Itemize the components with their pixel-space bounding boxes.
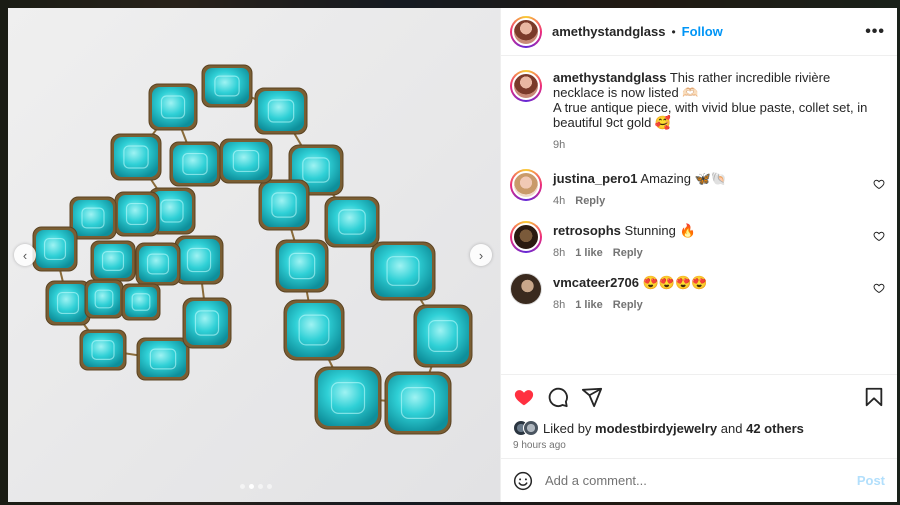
comment-time: 8h	[553, 299, 566, 311]
reply-button[interactable]: Reply	[613, 298, 643, 313]
blue-paste-stone	[139, 246, 177, 282]
post-actions: Liked by modestbirdyjewelry and 42 other…	[501, 374, 897, 458]
follow-button[interactable]: Follow	[682, 24, 723, 39]
carousel-indicator	[240, 484, 272, 489]
bookmark-icon[interactable]	[863, 386, 885, 408]
blue-paste-stone	[152, 87, 194, 127]
blue-paste-stone	[140, 341, 186, 377]
comment-avatar[interactable]	[510, 273, 542, 305]
post-modal: ‹ › amethystandglass • Follow ••• amethy…	[8, 8, 897, 502]
caption-avatar[interactable]	[510, 70, 542, 102]
post-comment-button[interactable]: Post	[857, 473, 885, 488]
likes-summary: Liked by modestbirdyjewelry and 42 other…	[513, 420, 885, 436]
carousel-next-button[interactable]: ›	[470, 244, 492, 266]
blue-paste-stone	[186, 301, 228, 345]
blue-paste-stone	[417, 308, 469, 364]
blue-paste-stone	[374, 245, 432, 297]
like-comment-icon[interactable]	[873, 282, 885, 294]
comment-time: 4h	[553, 195, 566, 207]
more-options-icon[interactable]: •••	[865, 23, 885, 41]
header-separator: •	[671, 24, 676, 39]
emoji-icon[interactable]	[513, 471, 533, 491]
liked-by-others[interactable]: 42 others	[746, 421, 804, 436]
author-avatar[interactable]	[510, 15, 542, 48]
like-comment-icon[interactable]	[873, 230, 885, 242]
necklace-photo	[8, 8, 500, 502]
caption-line-2: A true antique piece, with vivid blue pa…	[553, 100, 868, 130]
comment-item: vmcateer2706 😍😍😍😍 8h 1 like Reply	[510, 273, 885, 313]
blue-paste-stone	[262, 183, 306, 227]
post-timestamp: 9 hours ago	[513, 440, 566, 451]
carousel-prev-button[interactable]: ‹	[14, 244, 36, 266]
liked-by-user[interactable]: modestbirdyjewelry	[595, 421, 717, 436]
reply-button[interactable]: Reply	[613, 246, 643, 261]
comment-username[interactable]: vmcateer2706	[553, 275, 639, 290]
blue-paste-stone	[36, 230, 74, 268]
blue-paste-stone	[83, 333, 123, 367]
caption: amethystandglass This rather incredible …	[510, 70, 885, 153]
post-side-panel: amethystandglass • Follow ••• amethystan…	[500, 8, 897, 502]
blue-paste-stone	[173, 145, 217, 183]
share-icon[interactable]	[581, 386, 603, 408]
comment-input[interactable]	[545, 473, 857, 488]
reply-button[interactable]: Reply	[575, 194, 605, 209]
caption-time: 9h	[553, 139, 566, 151]
blue-paste-stone	[118, 195, 156, 233]
like-comment-icon[interactable]	[873, 178, 885, 190]
comment-avatar[interactable]	[510, 221, 542, 253]
comment-item: retrosophs Stunning 🔥 8h 1 like Reply	[510, 221, 885, 261]
comment-composer: Post	[501, 458, 897, 502]
comment-avatar[interactable]	[510, 169, 542, 201]
comment-likes[interactable]: 1 like	[575, 298, 603, 313]
blue-paste-stone	[73, 200, 113, 236]
author-username[interactable]: amethystandglass	[552, 24, 665, 39]
comment-likes[interactable]: 1 like	[575, 246, 603, 261]
comment-icon[interactable]	[547, 386, 569, 408]
blue-paste-stone	[178, 239, 220, 281]
heart-filled-icon[interactable]	[513, 386, 535, 408]
blue-paste-stone	[318, 370, 378, 426]
blue-paste-stone	[388, 375, 448, 431]
carousel-dot	[240, 484, 245, 489]
liked-by-prefix: Liked by	[543, 420, 592, 436]
blue-paste-stone	[205, 68, 249, 104]
blue-paste-stone	[88, 283, 120, 315]
blue-paste-stone	[279, 243, 325, 289]
blue-paste-stone	[223, 142, 269, 180]
caption-username[interactable]: amethystandglass	[553, 70, 666, 85]
blue-paste-stone	[49, 284, 87, 322]
liked-by-and: and	[720, 420, 743, 436]
carousel-dot-active	[249, 484, 254, 489]
post-media: ‹ ›	[8, 8, 500, 502]
blue-paste-stone	[328, 200, 376, 244]
blue-paste-stone	[287, 303, 341, 357]
carousel-dot	[267, 484, 272, 489]
comment-username[interactable]: retrosophs	[553, 223, 621, 238]
comment-text: 😍😍😍😍	[642, 275, 708, 290]
blue-paste-stone	[114, 137, 158, 177]
comment-username[interactable]: justina_pero1	[553, 171, 638, 186]
comments-list[interactable]: amethystandglass This rather incredible …	[501, 56, 897, 374]
comment-item: justina_pero1 Amazing 🦋🐚 4h Reply	[510, 169, 885, 209]
comment-text: Amazing 🦋🐚	[640, 171, 728, 186]
blue-paste-stone	[125, 287, 157, 317]
comment-time: 8h	[553, 247, 566, 259]
post-header: amethystandglass • Follow •••	[501, 8, 897, 56]
blue-paste-stone	[94, 244, 132, 278]
carousel-dot	[258, 484, 263, 489]
blue-paste-stone	[258, 91, 304, 131]
liker-avatars	[513, 420, 539, 436]
comment-text: Stunning 🔥	[624, 223, 696, 238]
